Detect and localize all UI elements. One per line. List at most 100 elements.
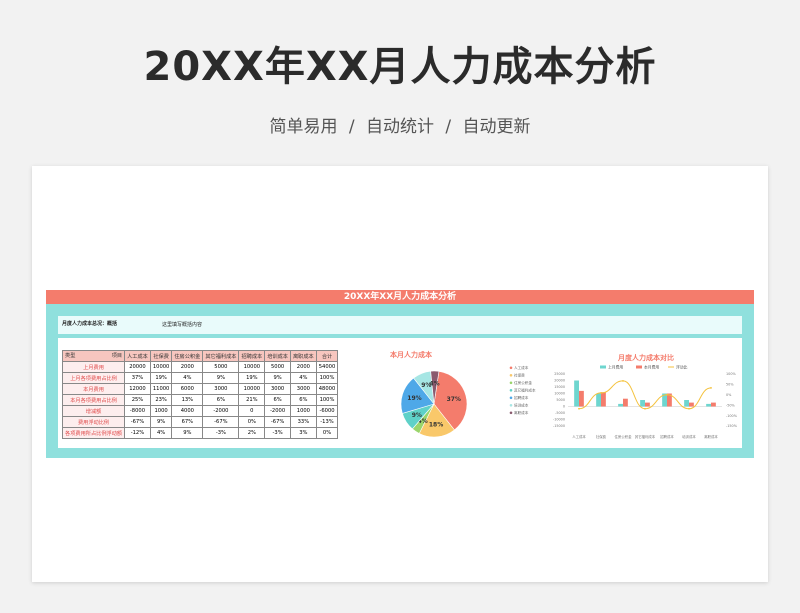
table-cell[interactable]: 13% — [171, 394, 204, 406]
table-cell[interactable]: 25% — [124, 394, 151, 406]
y-tick-label: -15000 — [553, 424, 565, 428]
sheet-title: 20XX年XX月人力成本分析 — [46, 290, 754, 304]
table-cell[interactable]: 2000 — [289, 361, 317, 373]
table-cell[interactable]: 21% — [238, 394, 266, 406]
table-cell[interactable]: 19% — [149, 372, 173, 384]
y2-tick-label: -150% — [726, 424, 738, 428]
table-cell[interactable]: 1000 — [149, 405, 173, 417]
table-cell[interactable]: 9% — [202, 372, 240, 384]
table-cell[interactable]: -6000 — [315, 405, 339, 417]
table-cell[interactable]: 33% — [289, 416, 317, 428]
summary-label: 月度人力成本总况：概括 — [62, 321, 118, 327]
table-cell[interactable]: 37% — [124, 372, 151, 384]
table-cell[interactable]: 20000 — [124, 361, 151, 373]
legend-label: 离职成本 — [514, 410, 529, 415]
table-cell[interactable]: 48000 — [315, 383, 339, 395]
table-cell[interactable]: 4000 — [171, 405, 204, 417]
legend-label: 其它福利成本 — [514, 388, 536, 393]
column-header: 社保费 — [149, 350, 173, 362]
table-cell[interactable]: 5000 — [202, 361, 240, 373]
table-cell[interactable]: 4% — [149, 427, 173, 439]
bar-mark — [711, 402, 716, 407]
pie-chart: 37%18%4%9%19%9%4% — [400, 370, 468, 438]
legend-label: 招聘成本 — [514, 395, 529, 400]
table-cell[interactable]: -67% — [124, 416, 151, 428]
table-cell[interactable]: 10000 — [238, 361, 266, 373]
table-cell[interactable]: 10000 — [238, 383, 266, 395]
line-point — [710, 387, 712, 389]
table-cell[interactable]: 9% — [264, 372, 291, 384]
table-cell[interactable]: 67% — [171, 416, 204, 428]
table-cell[interactable]: 100% — [315, 394, 339, 406]
table-cell[interactable]: 11000 — [149, 383, 173, 395]
table-cell[interactable]: 6% — [289, 394, 317, 406]
bar-mark — [618, 403, 623, 407]
table-cell[interactable]: -2000 — [264, 405, 291, 417]
table-cell[interactable]: 6% — [202, 394, 240, 406]
y-tick-label: 10000 — [554, 392, 565, 396]
table-cell[interactable]: 0 — [238, 405, 266, 417]
y-tick-label: 20000 — [554, 379, 565, 383]
x-tick-label: 招聘成本 — [660, 434, 674, 439]
table-row: 各项费用所占比例浮动额 -12% 4% 9% -3% 2% -3% 3% 0% — [61, 427, 339, 439]
table-cell[interactable]: 3000 — [202, 383, 240, 395]
table-row: 增减额 -8000 1000 4000 -2000 0 -2000 1000 -6000 — [61, 405, 339, 417]
row-label: 费用浮动比例 — [61, 416, 126, 428]
table-cell[interactable]: 9% — [149, 416, 173, 428]
table-cell[interactable]: 2% — [238, 427, 266, 439]
table-cell[interactable]: -8000 — [124, 405, 151, 417]
table-cell[interactable]: 23% — [149, 394, 173, 406]
row-label: 上月费用 — [61, 361, 126, 373]
line-point — [622, 379, 624, 382]
legend-marker — [509, 366, 513, 370]
legend-marker — [509, 374, 513, 377]
table-cell[interactable]: 0% — [238, 416, 266, 428]
series-legend-label: 上月费用 — [608, 364, 623, 369]
table-cell[interactable]: 10000 — [149, 361, 173, 373]
table-cell[interactable]: -2000 — [202, 405, 240, 417]
table-cell[interactable]: -67% — [264, 416, 291, 428]
table-row: 本月费用 12000 11000 6000 3000 10000 3000 3000 48000 — [61, 383, 339, 395]
table-cell[interactable]: -13% — [315, 416, 339, 428]
pie-slice-label: 37% — [447, 396, 461, 403]
table-row: 本月各项费用占比例 25% 23% 13% 6% 21% 6% 6% 100% — [61, 394, 339, 406]
summary-value[interactable]: 这里填写概括内容 — [162, 321, 202, 328]
table-cell[interactable]: 2000 — [171, 361, 204, 373]
table-cell[interactable]: 100% — [315, 372, 339, 384]
table-cell[interactable]: 3000 — [289, 383, 317, 395]
table-cell[interactable]: 5000 — [264, 361, 291, 373]
sheet-content: 类型 项目 人工成本 社保费 住房公积金 其它福利成本 招聘成本 培训成本 离职… — [58, 338, 742, 448]
table-cell[interactable]: 4% — [289, 372, 317, 384]
table-cell[interactable]: 9% — [171, 427, 204, 439]
row-label: 本月费用 — [61, 383, 126, 395]
table-cell[interactable]: 54000 — [315, 361, 339, 373]
x-tick-label: 培训成本 — [682, 434, 696, 439]
series-legend-label: 本月费用 — [644, 364, 659, 369]
bar-chart: 人工成本社保费住房公积金其它福利成本招聘成本培训成本离职成本2500020000… — [509, 364, 738, 439]
legend-marker — [509, 396, 513, 400]
table-cell[interactable]: 4% — [171, 372, 204, 384]
row-label: 上月各项费用占比例 — [61, 372, 126, 384]
table-cell[interactable]: -67% — [202, 416, 240, 428]
table-cell[interactable]: 0% — [315, 427, 339, 439]
bar-mark — [706, 403, 711, 407]
table-cell[interactable]: -3% — [264, 427, 291, 439]
line-point — [666, 393, 668, 396]
y2-tick-label: 50% — [726, 383, 734, 387]
x-tick-label: 离职成本 — [704, 434, 718, 439]
table-cell[interactable]: -12% — [124, 427, 151, 439]
series-legend-label: 浮动比 — [676, 364, 688, 369]
y-tick-label: 5000 — [556, 398, 565, 402]
pie-slice-label: 4% — [429, 381, 439, 388]
series-legend-marker — [636, 365, 642, 369]
table-cell[interactable]: 12000 — [124, 383, 151, 395]
table-cell[interactable]: 19% — [238, 372, 266, 384]
table-cell[interactable]: 1000 — [289, 405, 317, 417]
table-cell[interactable]: -3% — [202, 427, 240, 439]
table-cell[interactable]: 3000 — [264, 383, 291, 395]
table-cell[interactable]: 6000 — [171, 383, 204, 395]
y-tick-label: 0 — [563, 405, 565, 409]
table-cell[interactable]: 6% — [264, 394, 291, 406]
table-cell[interactable]: 3% — [289, 427, 317, 439]
legend-label: 社保费 — [514, 373, 525, 378]
